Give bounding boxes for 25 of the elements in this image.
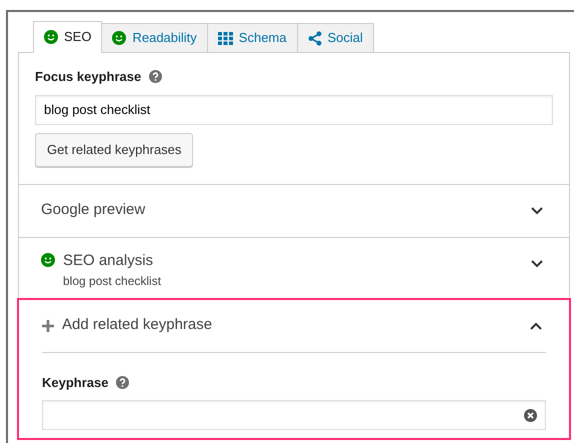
keyphrase-field[interactable] (42, 400, 546, 430)
section-title[interactable]: Add related keyphrase (62, 314, 212, 337)
section-title[interactable]: Google preview (41, 199, 146, 222)
section-title[interactable]: SEO analysis (63, 250, 162, 272)
tab[interactable]: SEO (33, 21, 102, 53)
help-icon[interactable] (116, 376, 130, 389)
tab[interactable]: Social (296, 23, 374, 53)
related-keyphrases-button[interactable]: Get related keyphrases (35, 132, 194, 166)
section-subtitle: blog post checklist (63, 273, 162, 290)
field-label: Focus keyphrase (35, 68, 142, 86)
chevron-up-icon[interactable] (530, 322, 542, 330)
smiley-icon (112, 31, 126, 45)
plus-icon (42, 320, 54, 332)
chevron-down-icon[interactable] (531, 206, 543, 214)
chevron-down-icon[interactable] (531, 260, 543, 268)
share-icon (308, 30, 322, 46)
grid-icon (218, 32, 233, 44)
keyphrase-field[interactable]: blog post checklist (35, 94, 553, 124)
smiley-icon (41, 252, 55, 266)
help-icon[interactable] (149, 70, 162, 84)
clear-icon[interactable] (524, 408, 537, 422)
smiley-icon (44, 30, 58, 44)
tab[interactable]: Readability (101, 23, 208, 53)
tab[interactable]: Schema (206, 23, 298, 53)
field-label: Keyphrase (42, 374, 108, 392)
